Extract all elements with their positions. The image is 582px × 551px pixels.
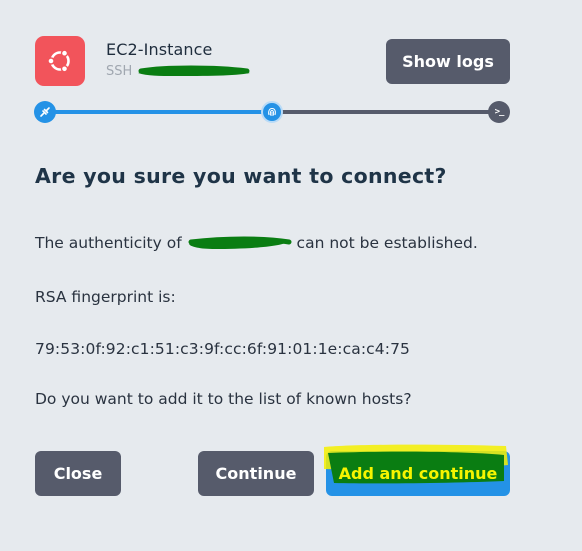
continue-button[interactable]: Continue xyxy=(198,451,314,496)
plug-icon xyxy=(40,107,50,117)
ubuntu-logo-icon xyxy=(35,36,85,86)
connection-type: SSH xyxy=(106,64,133,79)
fingerprint-label: RSA fingerprint is: xyxy=(35,288,176,306)
fingerprint-value: 79:53:0f:92:c1:51:c3:9f:cc:6f:91:01:1e:c… xyxy=(35,340,411,358)
fingerprint-icon xyxy=(268,107,276,116)
add-and-continue-label: Add and continue xyxy=(338,464,498,483)
authenticity-message: The authenticity of can not be establish… xyxy=(35,234,478,252)
add-and-continue-button[interactable]: Add and continue xyxy=(324,444,510,496)
authenticity-prefix: The authenticity of xyxy=(35,234,182,252)
step-connect xyxy=(34,101,56,123)
dialog-title: Are you sure you want to connect? xyxy=(35,164,447,188)
step-verify xyxy=(261,101,283,123)
show-logs-button[interactable]: Show logs xyxy=(386,39,510,84)
redaction-mark xyxy=(138,65,250,76)
host-name: EC2-Instance xyxy=(106,40,213,59)
progress-track-remaining xyxy=(272,110,498,114)
authenticity-suffix: can not be established. xyxy=(296,234,478,252)
terminal-icon: >_ xyxy=(494,107,505,117)
redaction-mark xyxy=(187,236,292,252)
progress-track-complete xyxy=(45,110,272,114)
known-hosts-question: Do you want to add it to the list of kno… xyxy=(35,390,412,408)
close-button[interactable]: Close xyxy=(35,451,121,496)
step-terminal: >_ xyxy=(488,101,510,123)
ssh-connect-dialog: EC2-Instance SSH Show logs >_ Are you su… xyxy=(0,0,582,551)
